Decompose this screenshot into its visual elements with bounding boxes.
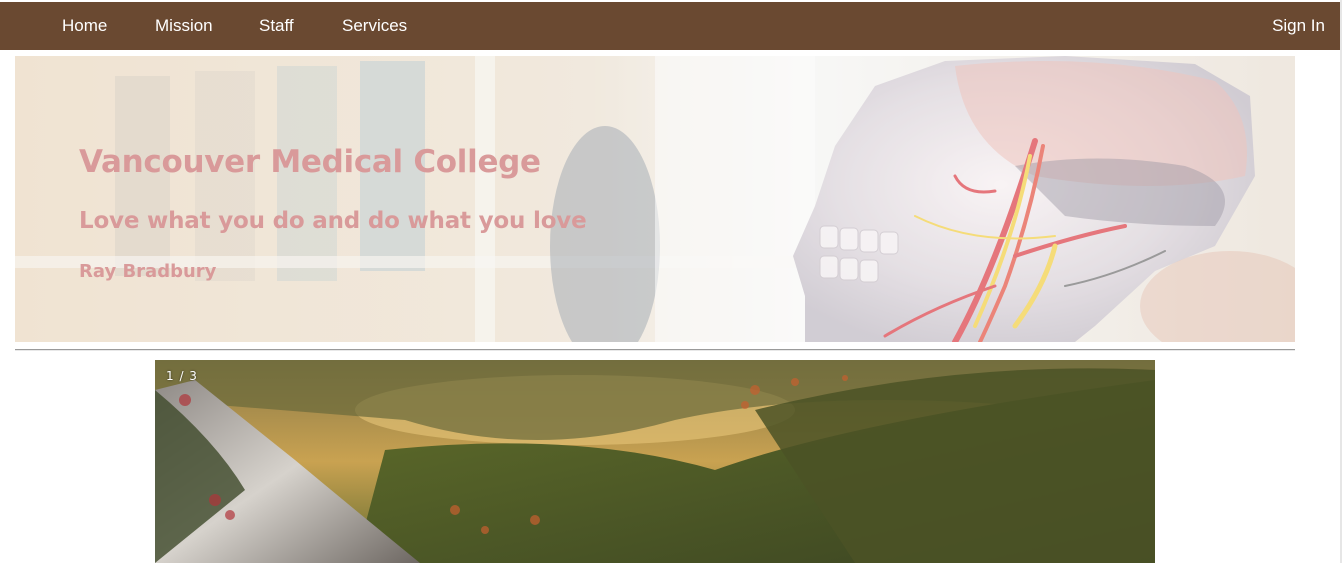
sign-in-link[interactable]: Sign In	[1272, 2, 1325, 50]
hero-banner: Vancouver Medical College Love what you …	[15, 56, 1295, 342]
hero-title: Vancouver Medical College	[79, 144, 541, 180]
slide-image	[155, 360, 1155, 563]
hero-image-overlay	[15, 56, 1295, 342]
image-slideshow[interactable]: 1 / 3	[155, 360, 1155, 563]
hero-quote-author: Ray Bradbury	[79, 261, 217, 282]
top-navbar: Home Mission Staff Services Sign In	[0, 2, 1340, 50]
section-divider	[15, 349, 1295, 351]
slide-counter: 1 / 3	[166, 369, 198, 383]
nav-link-mission[interactable]: Mission	[155, 2, 213, 50]
nav-link-staff[interactable]: Staff	[259, 2, 294, 50]
nav-link-home[interactable]: Home	[62, 2, 107, 50]
hero-tagline: Love what you do and do what you love	[79, 208, 587, 234]
nav-link-services[interactable]: Services	[342, 2, 407, 50]
